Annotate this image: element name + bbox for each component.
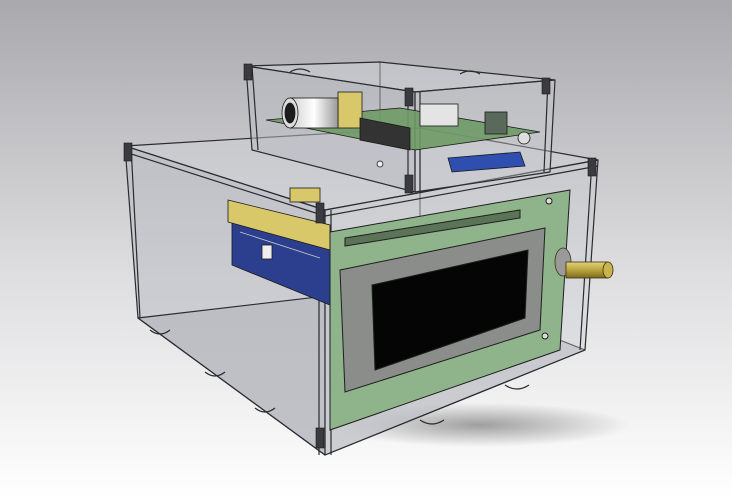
enclosure-render [0,0,732,500]
viewport [0,0,732,500]
